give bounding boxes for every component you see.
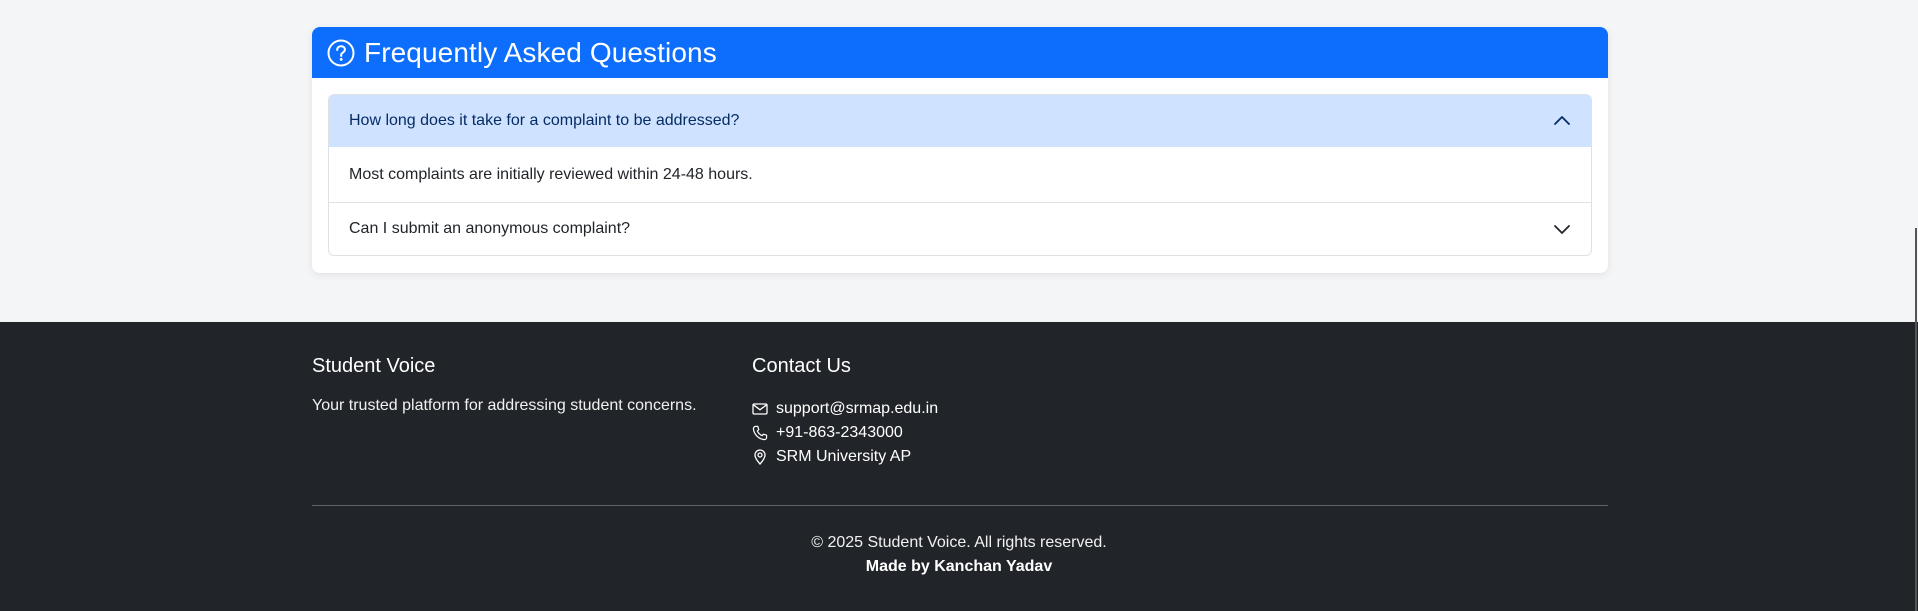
footer-brand-title: Student Voice — [312, 355, 436, 377]
question-circle-icon — [327, 39, 355, 67]
scrollbar[interactable] — [1912, 0, 1918, 611]
contact-location-text: SRM University AP — [776, 448, 912, 465]
contact-phone[interactable]: +91-863-2343000 — [752, 421, 938, 445]
faq-question-1-label: How long does it take for a complaint to… — [349, 112, 740, 129]
contact-location: SRM University AP — [752, 445, 938, 469]
envelope-icon — [752, 401, 768, 417]
faq-answer-1-text: Most complaints are initially reviewed w… — [349, 165, 753, 183]
footer-copyright: © 2025 Student Voice. All rights reserve… — [811, 534, 1107, 551]
faq-card: Frequently Asked Questions How long does… — [312, 27, 1608, 273]
footer-made-by: Made by Kanchan Yadav — [865, 558, 1053, 575]
footer-contact-title: Contact Us — [752, 355, 851, 377]
site-footer: Student Voice Your trusted platform for … — [0, 322, 1918, 611]
contact-email[interactable]: support@srmap.edu.in — [752, 397, 938, 421]
footer-tagline: Your trusted platform for addressing stu… — [312, 397, 697, 414]
faq-question-2[interactable]: Can I submit an anonymous complaint? — [329, 203, 1591, 255]
telephone-icon — [752, 425, 768, 441]
faq-header: Frequently Asked Questions — [312, 27, 1608, 78]
faq-accordion: How long does it take for a complaint to… — [328, 94, 1592, 256]
footer-brand: Student Voice Your trusted platform for … — [312, 355, 697, 415]
location-pin-icon — [752, 449, 768, 465]
contact-email-text: support@srmap.edu.in — [776, 400, 939, 417]
scrollbar-thumb[interactable] — [1915, 228, 1917, 611]
faq-question-1[interactable]: How long does it take for a complaint to… — [329, 95, 1591, 147]
footer-contact: Contact Us support@srmap.edu.in +91-863-… — [752, 355, 938, 469]
chevron-up-icon — [1553, 112, 1571, 130]
faq-title: Frequently Asked Questions — [364, 36, 717, 68]
footer-divider — [312, 505, 1608, 506]
faq-answer-1: Most complaints are initially reviewed w… — [329, 147, 1591, 203]
faq-question-2-label: Can I submit an anonymous complaint? — [349, 220, 631, 237]
chevron-down-icon — [1553, 220, 1571, 238]
contact-phone-text: +91-863-2343000 — [776, 424, 903, 441]
